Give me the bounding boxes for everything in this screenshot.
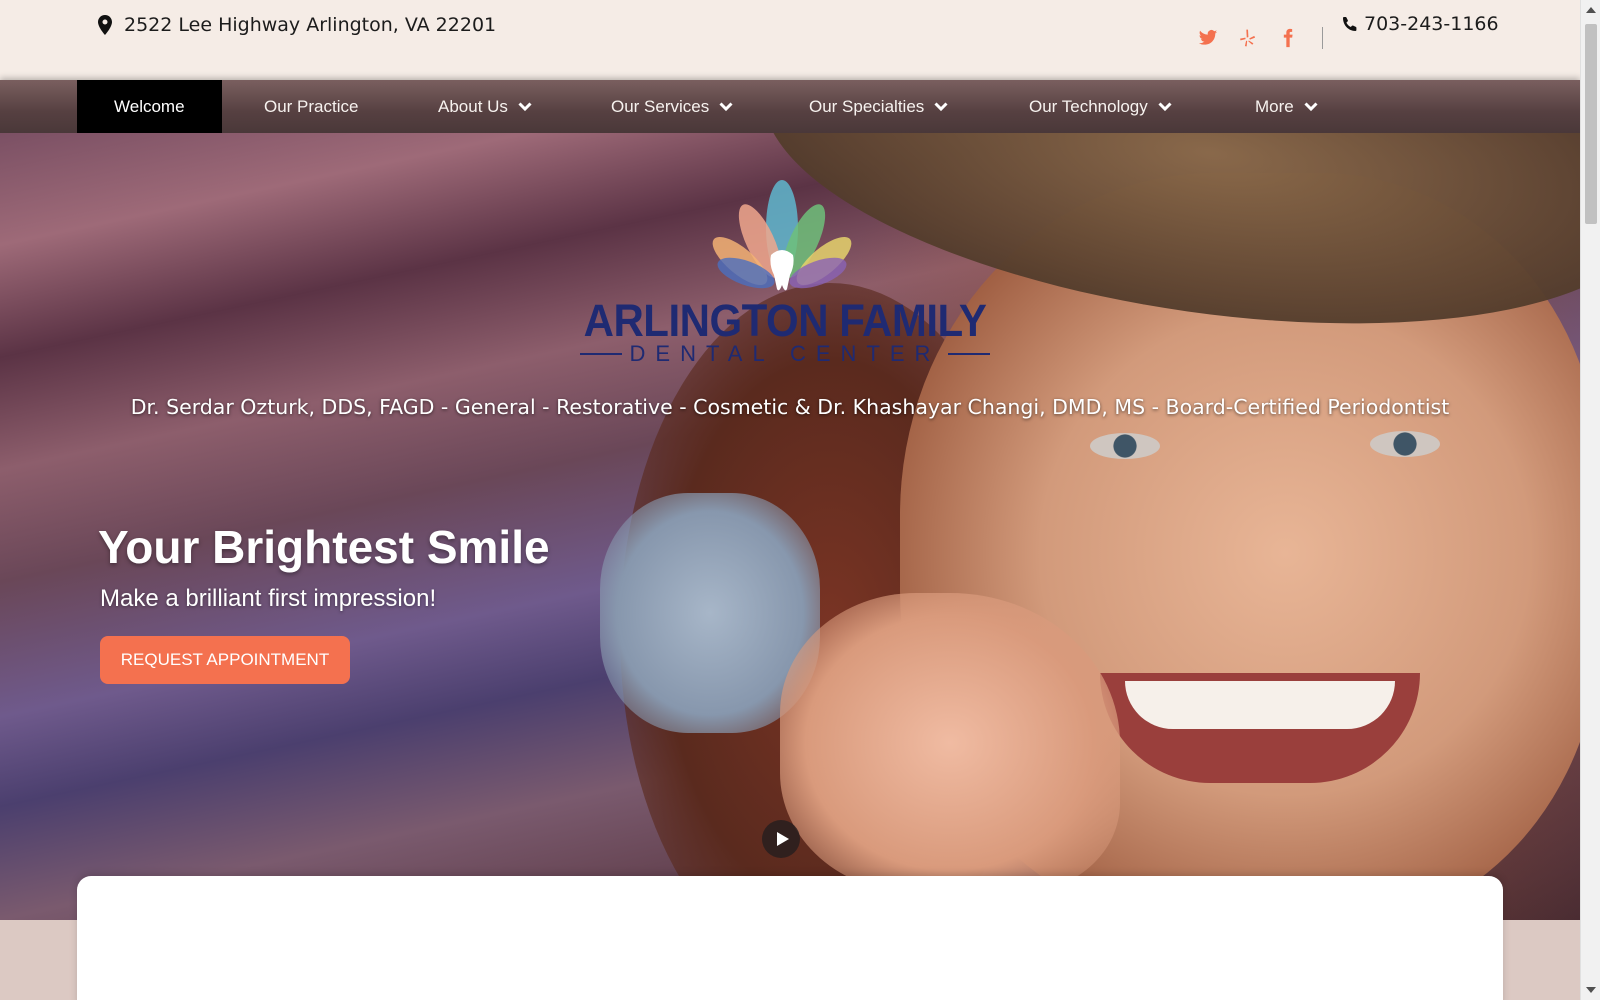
hero-photo-eye — [1090, 433, 1160, 459]
nav-item-our-practice[interactable]: Our Practice — [227, 80, 395, 133]
phone-icon — [1343, 17, 1357, 31]
site-logo[interactable]: ARLINGTON FAMILY DENTAL CENTER — [570, 173, 1000, 373]
top-bar: 2522 Lee Highway Arlington, VA 22201 703… — [0, 0, 1580, 80]
hero-subheadline: Make a brilliant first impression! — [100, 585, 437, 612]
chevron-down-icon — [1304, 101, 1318, 111]
doctors-tagline: Dr. Serdar Ozturk, DDS, FAGD - General -… — [130, 395, 1450, 419]
chevron-down-icon — [719, 101, 733, 111]
nav-item-our-services[interactable]: Our Services — [574, 80, 770, 133]
address-text: 2522 Lee Highway Arlington, VA 22201 — [124, 14, 497, 36]
logo-subtitle-text: DENTAL CENTER — [629, 341, 941, 366]
address: 2522 Lee Highway Arlington, VA 22201 — [98, 14, 496, 36]
lotus-tooth-icon — [712, 180, 852, 291]
hero-photo-eye — [1370, 431, 1440, 457]
nav-item-welcome[interactable]: Welcome — [77, 80, 222, 133]
nav-item-label[interactable]: Welcome — [114, 97, 185, 117]
nav-item-label[interactable]: About Us — [438, 97, 508, 117]
scrollbar[interactable] — [1580, 0, 1600, 1000]
nav-item-label[interactable]: Our Technology — [1029, 97, 1148, 117]
play-button[interactable] — [762, 820, 800, 858]
chevron-down-icon — [1158, 101, 1172, 111]
nav-item-about-us[interactable]: About Us — [401, 80, 569, 133]
logo-rule — [579, 353, 622, 355]
yelp-icon[interactable] — [1236, 26, 1260, 50]
nav-item-label[interactable]: More — [1255, 97, 1294, 117]
twitter-icon[interactable] — [1196, 26, 1220, 50]
nav-item-label[interactable]: Our Specialties — [809, 97, 924, 117]
scrollbar-thumb[interactable] — [1585, 24, 1597, 224]
main-nav: Welcome Our Practice About Us Our Servic… — [0, 80, 1580, 133]
hero-photo-teeth — [1125, 681, 1395, 729]
request-appointment-button[interactable]: REQUEST APPOINTMENT — [100, 636, 350, 684]
content-card — [77, 876, 1503, 1000]
nav-item-label[interactable]: Our Services — [611, 97, 709, 117]
facebook-icon[interactable] — [1276, 26, 1300, 50]
logo-rule — [948, 353, 991, 355]
chevron-down-icon — [518, 101, 532, 111]
phone-number[interactable]: 703-243-1166 — [1364, 13, 1499, 35]
nav-item-our-specialties[interactable]: Our Specialties — [772, 80, 985, 133]
nav-item-label[interactable]: Our Practice — [264, 97, 358, 117]
nav-item-our-technology[interactable]: Our Technology — [992, 80, 1209, 133]
scroll-down-arrow-icon[interactable] — [1586, 987, 1596, 993]
hero-headline: Your Brightest Smile — [98, 521, 550, 573]
logo-subtitle: DENTAL CENTER — [570, 341, 1000, 367]
nav-item-more[interactable]: More — [1218, 80, 1355, 133]
play-icon — [776, 832, 789, 846]
social-divider — [1322, 27, 1323, 49]
hero-photo-hand — [780, 593, 1120, 893]
logo-title: ARLINGTON FAMILY — [583, 295, 987, 346]
chevron-down-icon — [934, 101, 948, 111]
scroll-up-arrow-icon[interactable] — [1586, 7, 1596, 13]
phone[interactable]: 703-243-1166 — [1342, 13, 1499, 35]
social-links — [1196, 26, 1323, 50]
map-pin-icon — [98, 15, 112, 35]
